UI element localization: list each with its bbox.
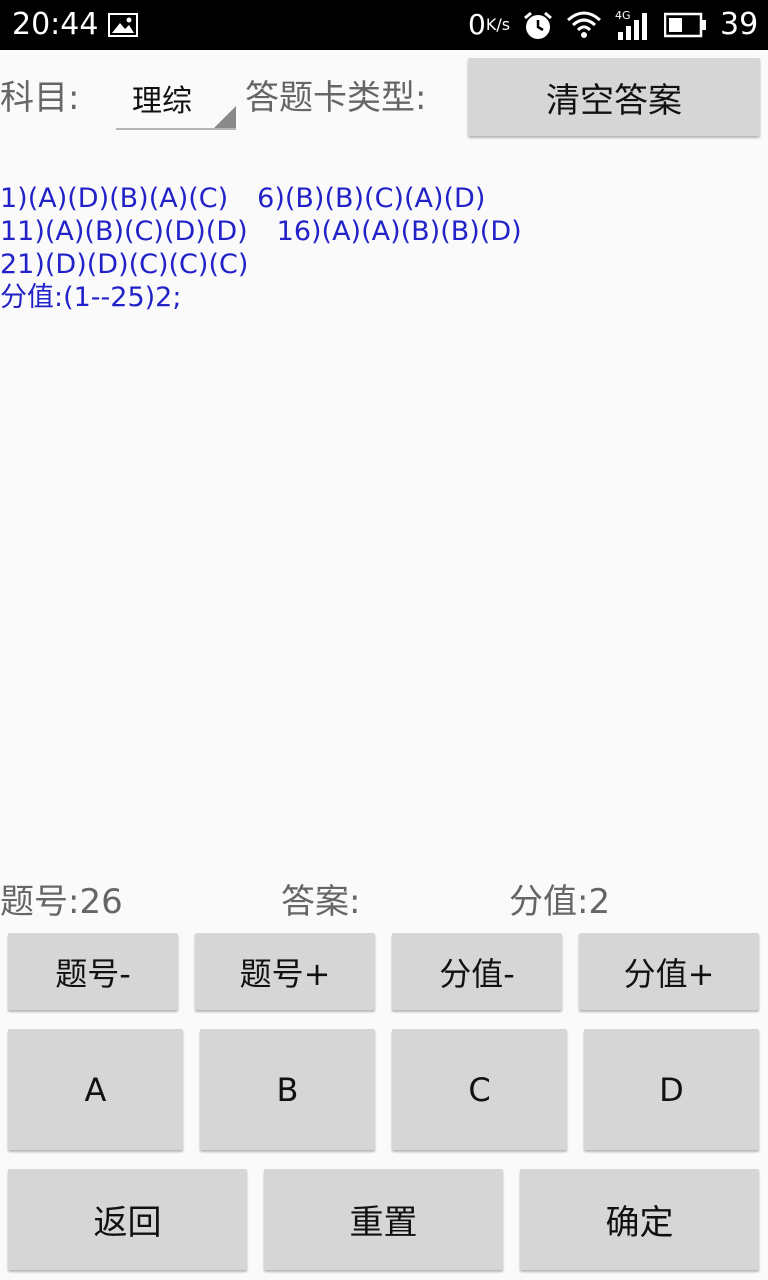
reset-button[interactable]: 重置 xyxy=(264,1169,503,1270)
answer-row: 1)(A)(D)(B)(A)(C) 6)(B)(B)(C)(A)(D) xyxy=(0,182,768,215)
subject-spinner[interactable]: 理综 xyxy=(116,76,236,130)
dropdown-triangle-icon xyxy=(214,106,236,128)
answer-group: 1)(A)(D)(B)(A)(C) xyxy=(0,183,229,214)
wifi-icon xyxy=(566,10,602,44)
net-speed: 0K/s xyxy=(468,7,510,43)
battery-icon xyxy=(663,12,708,42)
answer-group: 16)(A)(A)(B)(B)(D) xyxy=(276,216,522,247)
confirm-button[interactable]: 确定 xyxy=(520,1169,759,1270)
net-speed-value: 0 xyxy=(468,8,486,41)
card-type-label: 答题卡类型: xyxy=(245,78,427,118)
answer-group: 6)(B)(B)(C)(A)(D) xyxy=(257,183,486,214)
signal-icon: 4G xyxy=(614,8,654,46)
battery-level: 39 xyxy=(720,7,759,42)
question-label: 题号: xyxy=(0,882,80,922)
image-icon xyxy=(108,13,138,41)
score-label: 分值: xyxy=(509,882,589,922)
network-type: 4G xyxy=(615,9,631,22)
back-button[interactable]: 返回 xyxy=(8,1169,247,1270)
question-minus-button[interactable]: 题号- xyxy=(8,933,178,1010)
score-plus-button[interactable]: 分值+ xyxy=(579,933,759,1010)
option-c-button[interactable]: C xyxy=(392,1029,567,1150)
subject-label: 科目: xyxy=(0,78,80,118)
status-time: 20:44 xyxy=(12,7,99,42)
question-number-display: 题号:26 xyxy=(0,882,123,922)
net-speed-unit: K/s xyxy=(485,15,511,34)
answer-display: 答案: xyxy=(281,882,360,922)
score-summary: 分值:(1--25)2; xyxy=(0,282,182,313)
question-plus-button[interactable]: 题号+ xyxy=(195,933,375,1010)
subject-value: 理综 xyxy=(132,84,192,119)
answer-row: 21)(D)(D)(C)(C)(C) xyxy=(0,248,768,281)
alarm-icon xyxy=(522,10,554,46)
answer-group: 21)(D)(D)(C)(C)(C) xyxy=(0,249,249,280)
score-minus-button[interactable]: 分值- xyxy=(392,933,562,1010)
score-value: 2 xyxy=(588,882,611,922)
question-number: 26 xyxy=(79,882,123,922)
clear-answers-button[interactable]: 清空答案 xyxy=(468,58,760,136)
answer-group: 11)(A)(B)(C)(D)(D) xyxy=(0,216,248,247)
answer-label: 答案: xyxy=(281,882,361,922)
score-display: 分值:2 xyxy=(509,882,610,922)
option-d-button[interactable]: D xyxy=(584,1029,759,1150)
answer-row: 11)(A)(B)(C)(D)(D) 16)(A)(A)(B)(B)(D) xyxy=(0,215,768,248)
answer-list: 1)(A)(D)(B)(A)(C) 6)(B)(B)(C)(A)(D) 11)(A… xyxy=(0,182,768,314)
option-b-button[interactable]: B xyxy=(200,1029,375,1150)
status-bar: 20:44 0K/s 4G 39 xyxy=(0,0,768,50)
option-a-button[interactable]: A xyxy=(8,1029,183,1150)
